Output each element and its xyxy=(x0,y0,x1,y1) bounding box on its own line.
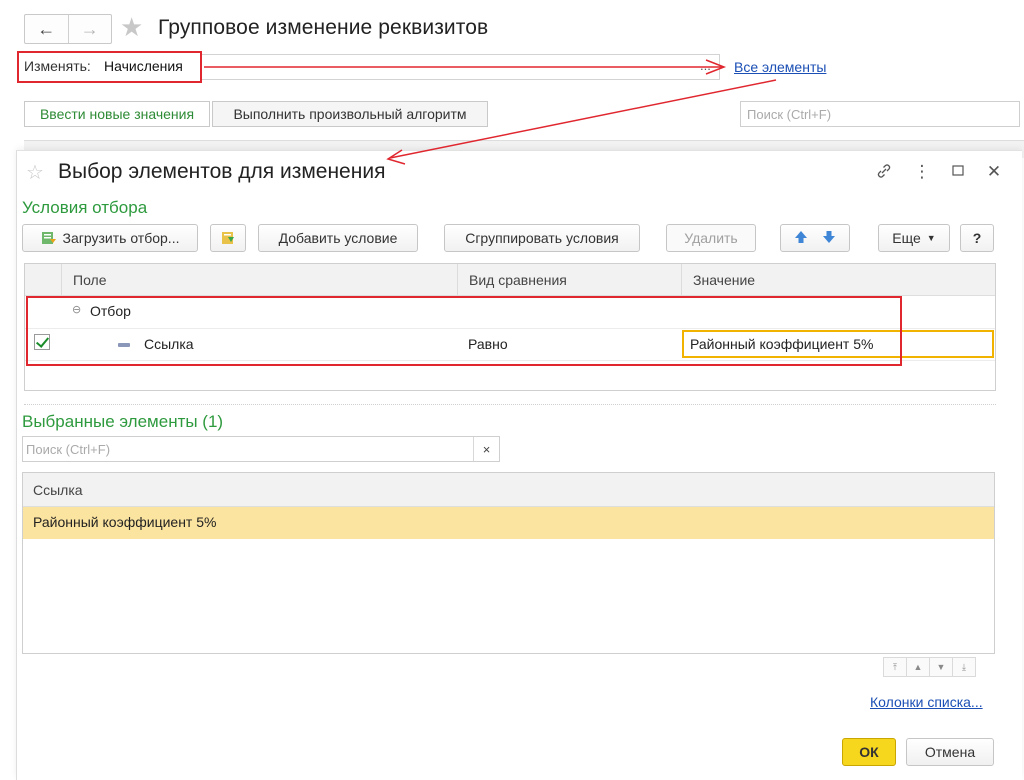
column-link-header[interactable]: Ссылка xyxy=(33,482,83,498)
column-value-header[interactable]: Значение xyxy=(693,272,755,288)
chevron-down-icon: ▼ xyxy=(926,233,936,243)
selected-elements-title: Выбранные элементы (1) xyxy=(22,412,224,431)
conditions-title: Условия отбора xyxy=(22,198,148,217)
annotation-highlight-box xyxy=(17,51,202,83)
load-filter-label: Загрузить отбор... xyxy=(62,230,180,246)
all-elements-link[interactable]: Все элементы xyxy=(734,59,826,75)
column-divider xyxy=(457,264,458,296)
selected-grid-header: Ссылка xyxy=(23,473,994,507)
forward-arrow-icon[interactable]: → xyxy=(69,15,112,43)
column-field-header[interactable]: Поле xyxy=(73,272,107,288)
selected-elements-grid: Ссылка Районный коэффициент 5% xyxy=(22,472,995,654)
load-filter-button[interactable]: Загрузить отбор... xyxy=(22,224,198,252)
run-algorithm-tab[interactable]: Выполнить произвольный алгоритм xyxy=(212,101,488,127)
delete-button[interactable]: Удалить xyxy=(666,224,756,252)
cancel-button[interactable]: Отмена xyxy=(906,738,994,766)
change-field-input[interactable] xyxy=(200,54,720,80)
navigation-buttons: ← → xyxy=(24,14,112,44)
move-buttons xyxy=(780,224,850,252)
table-row[interactable]: Районный коэффициент 5% xyxy=(23,507,994,539)
scroll-top-icon[interactable]: ⤒ xyxy=(883,657,907,677)
filter-grid-header: Поле Вид сравнения Значение xyxy=(25,264,995,296)
close-icon[interactable]: ✕ xyxy=(984,162,1004,182)
list-columns-link[interactable]: Колонки списка... xyxy=(870,694,983,710)
save-filter-button[interactable] xyxy=(210,224,246,252)
bg-search-input[interactable]: Поиск (Ctrl+F) xyxy=(740,101,1020,127)
column-comparison-header[interactable]: Вид сравнения xyxy=(469,272,567,288)
column-divider xyxy=(61,264,62,296)
link-icon[interactable] xyxy=(874,162,894,185)
annotation-highlight-box xyxy=(26,296,902,366)
group-conditions-button[interactable]: Сгруппировать условия xyxy=(444,224,640,252)
list-search-placeholder: Поиск (Ctrl+F) xyxy=(26,442,111,457)
dialog-title: Выбор элементов для изменения xyxy=(58,160,386,183)
scroll-down-icon[interactable]: ▼ xyxy=(929,657,953,677)
back-arrow-icon[interactable]: ← xyxy=(25,15,69,43)
ok-button[interactable]: ОК xyxy=(842,738,896,766)
add-condition-button[interactable]: Добавить условие xyxy=(258,224,418,252)
favorite-star-icon[interactable]: ★ xyxy=(120,12,143,42)
enter-new-values-tab[interactable]: Ввести новые значения xyxy=(24,101,210,127)
list-scroll-buttons: ⤒ ▲ ▼ ⤓ xyxy=(883,657,976,677)
more-vertical-icon[interactable]: ⋮ xyxy=(912,162,932,182)
maximize-icon[interactable] xyxy=(948,162,968,182)
clear-search-button[interactable]: × xyxy=(473,437,499,461)
dialog-star-icon[interactable]: ☆ xyxy=(26,160,44,185)
more-button[interactable]: Еще ▼ xyxy=(878,224,950,252)
scroll-up-icon[interactable]: ▲ xyxy=(906,657,930,677)
select-dots-button[interactable]: ... xyxy=(700,58,711,73)
column-divider xyxy=(681,264,682,296)
help-button[interactable]: ? xyxy=(960,224,994,252)
list-search-input[interactable]: Поиск (Ctrl+F) × xyxy=(22,436,500,462)
section-divider xyxy=(24,404,996,405)
save-filter-icon xyxy=(220,230,236,246)
scroll-bottom-icon[interactable]: ⤓ xyxy=(952,657,976,677)
table-row-label: Районный коэффициент 5% xyxy=(33,514,217,530)
more-label: Еще xyxy=(892,230,921,246)
move-up-icon[interactable] xyxy=(794,230,808,247)
load-filter-icon xyxy=(41,230,57,246)
window-title: Групповое изменение реквизитов xyxy=(158,16,489,39)
background-window: ← → ★ Групповое изменение реквизитов Изм… xyxy=(0,0,1024,160)
move-down-icon[interactable] xyxy=(822,230,836,247)
